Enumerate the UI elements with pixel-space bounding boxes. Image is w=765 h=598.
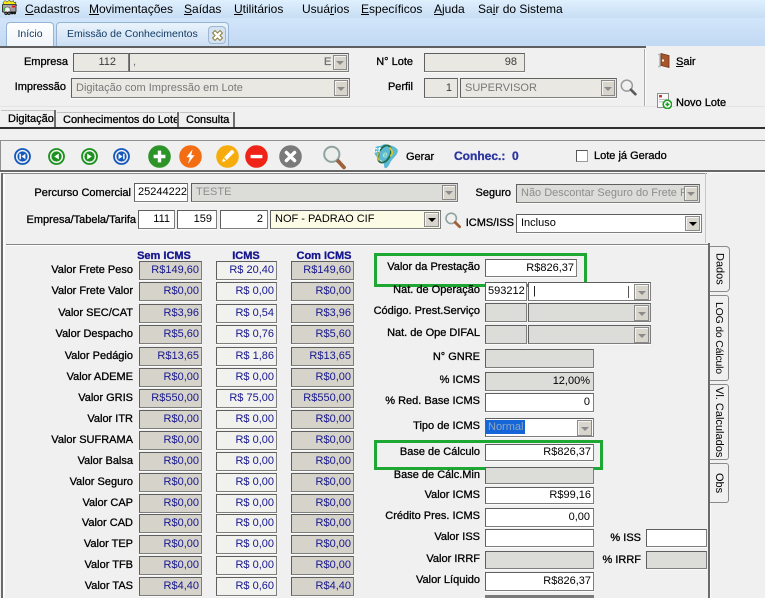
svg-text:ct: ct [373, 145, 382, 155]
svg-text:e: e [383, 150, 388, 160]
